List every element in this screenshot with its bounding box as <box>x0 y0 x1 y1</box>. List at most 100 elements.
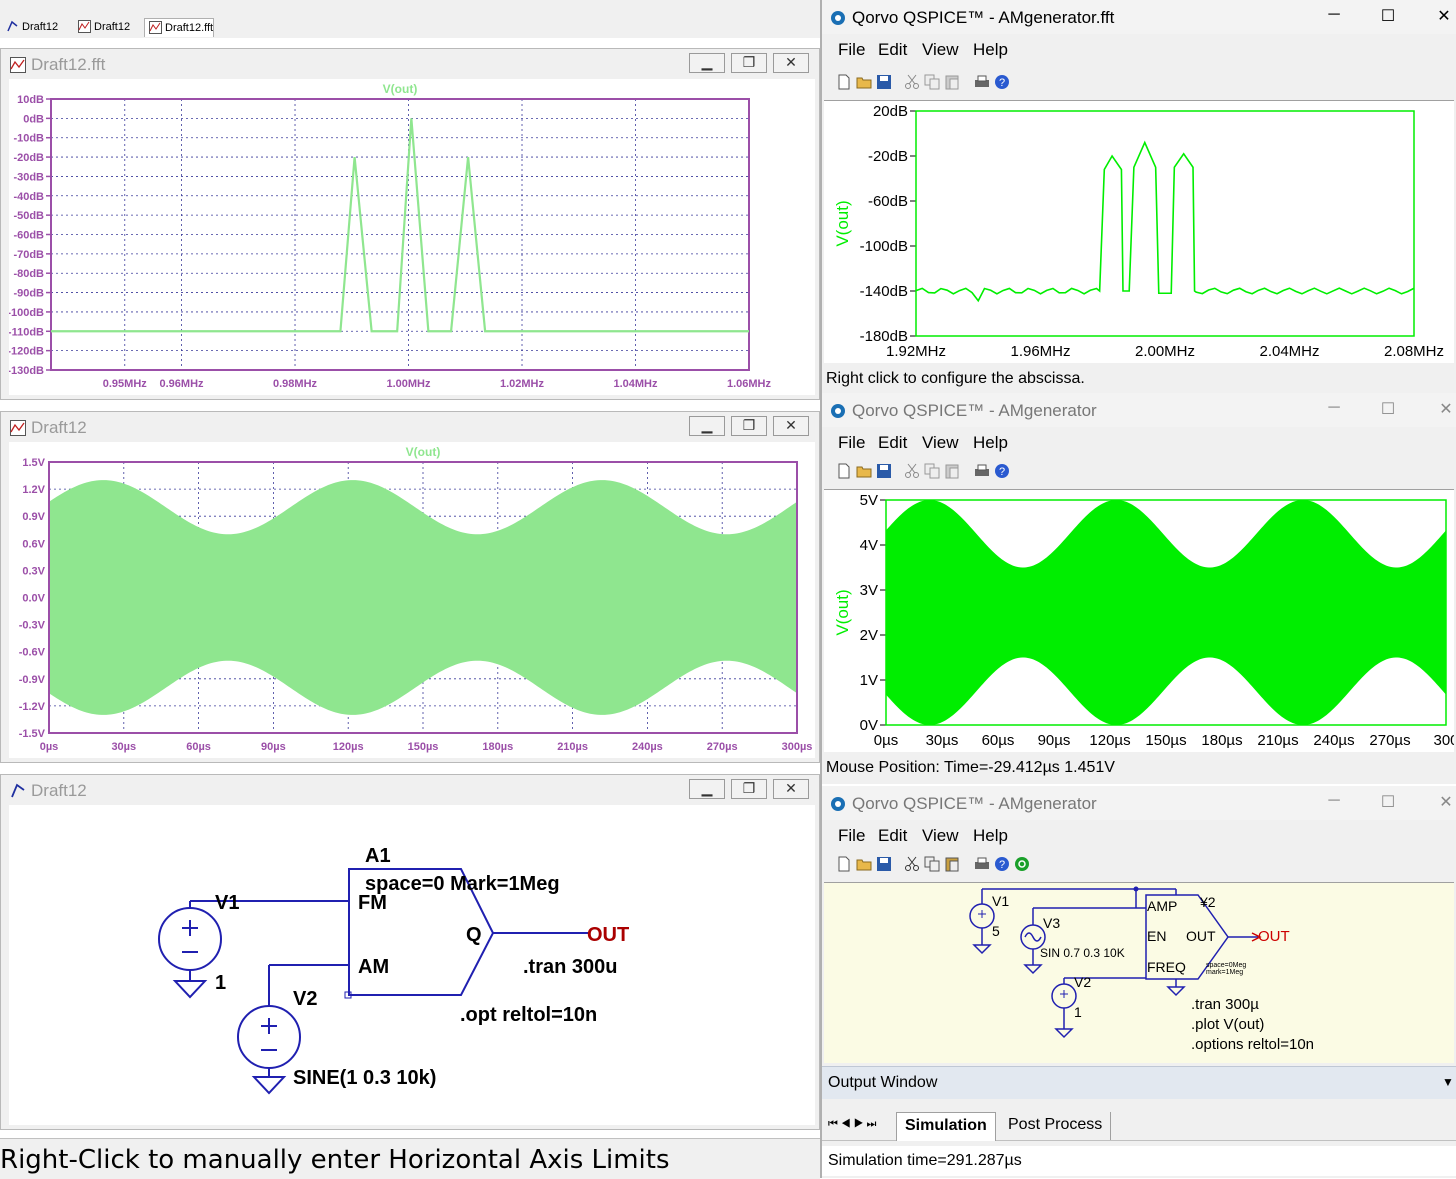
x-tick-label: 210µs <box>1257 732 1298 749</box>
open-folder-icon[interactable] <box>856 856 872 872</box>
new-file-icon[interactable] <box>836 463 852 479</box>
menu-edit[interactable]: Edit <box>878 433 907 453</box>
minimize-button[interactable]: ─ <box>1322 792 1346 810</box>
tab-draft12-waveform[interactable]: Draft12 <box>74 18 130 36</box>
restore-button[interactable]: ❐ <box>731 779 767 799</box>
print-icon[interactable] <box>974 856 990 872</box>
menu-edit[interactable]: Edit <box>878 826 907 846</box>
output-window-header[interactable]: Output Window ▼ <box>822 1066 1456 1099</box>
schematic-canvas[interactable]: A1 space=0 Mark=1Meg FM AM Q OUT V1 1 V2… <box>9 805 815 1125</box>
minimize-button[interactable]: ▁ <box>689 416 725 436</box>
toolbar: ? <box>832 463 1132 485</box>
menu-file[interactable]: File <box>838 826 865 846</box>
menu-help[interactable]: Help <box>973 40 1008 60</box>
fft-plot-pane[interactable]: 10dB 0dB -10dB -20dB -30dB -40dB -50dB -60dB -70… <box>7 79 815 395</box>
menu-help[interactable]: Help <box>973 433 1008 453</box>
menu-help[interactable]: Help <box>973 826 1008 846</box>
status-text: Right click to configure the abscissa. <box>826 370 1085 387</box>
copy-icon[interactable] <box>924 463 940 479</box>
print-icon[interactable] <box>974 74 990 90</box>
chevron-down-icon[interactable]: ▼ <box>1442 1075 1454 1089</box>
run-simulation-icon[interactable] <box>1014 856 1030 872</box>
x-tick-label: 60µs <box>186 741 211 753</box>
save-icon[interactable] <box>876 463 892 479</box>
menu-view[interactable]: View <box>922 826 959 846</box>
help-icon[interactable]: ? <box>994 463 1010 479</box>
close-button[interactable]: ✕ <box>773 53 809 73</box>
maximize-button[interactable]: ☐ <box>1376 399 1400 419</box>
x-tick-label: 180µs <box>482 741 513 753</box>
schematic-icon <box>7 20 18 32</box>
close-button[interactable]: ✕ <box>773 416 809 436</box>
minimize-button[interactable]: ▁ <box>689 779 725 799</box>
fft-plot: 10dB 0dB -10dB -20dB -30dB -40dB -50dB -60dB -70… <box>7 82 771 390</box>
close-button[interactable]: ✕ <box>1434 792 1456 812</box>
tab-draft12-fft[interactable]: Draft12.fft <box>144 18 215 37</box>
svg-text:?: ? <box>999 466 1005 478</box>
open-folder-icon[interactable] <box>856 74 872 90</box>
menu-view[interactable]: View <box>922 40 959 60</box>
window-divider <box>820 0 822 1178</box>
minimize-button[interactable]: ▁ <box>689 53 725 73</box>
cut-icon[interactable] <box>904 463 920 479</box>
y-tick-label: -70dB <box>13 249 44 261</box>
menu-view[interactable]: View <box>922 433 959 453</box>
restore-button[interactable]: ❐ <box>731 53 767 73</box>
fft-plot-pane[interactable]: 20dB -20dB -60dB -100dB -140dB -180dB 1.92MHz 1… <box>824 100 1454 363</box>
print-icon[interactable] <box>974 463 990 479</box>
open-folder-icon[interactable] <box>856 463 872 479</box>
copy-icon[interactable] <box>924 856 940 872</box>
voltage-source-v2[interactable] <box>237 1005 301 1069</box>
menu-bar: File Edit View Help <box>822 822 1456 850</box>
maximize-button[interactable]: ☐ <box>1376 6 1400 26</box>
tran-trace-envelope <box>886 500 1446 725</box>
new-file-icon[interactable] <box>836 856 852 872</box>
tab-scroll-arrows-icon[interactable]: ⏮◀▶⏭ <box>828 1118 879 1131</box>
save-icon[interactable] <box>876 74 892 90</box>
minimize-button[interactable]: ─ <box>1322 399 1346 417</box>
restore-button[interactable]: ❐ <box>731 416 767 436</box>
copy-icon[interactable] <box>924 74 940 90</box>
schematic-drawing: A1 space=0 Mark=1Meg FM AM Q OUT V1 1 V2… <box>158 845 629 1095</box>
new-file-icon[interactable] <box>836 74 852 90</box>
paste-icon[interactable] <box>944 74 960 90</box>
menu-file[interactable]: File <box>838 40 865 60</box>
x-tick-label: 240µs <box>1313 732 1354 749</box>
label-y2: ¥2 <box>1199 894 1216 910</box>
x-tick-label: 270µs <box>1369 732 1410 749</box>
x-tick-label: 240µs <box>632 741 663 753</box>
tab-draft12-schematic[interactable]: Draft12 <box>2 18 58 36</box>
close-button[interactable]: ✕ <box>773 779 809 799</box>
net-out: OUT <box>1258 928 1290 945</box>
y-tick-label: -0.9V <box>19 674 46 686</box>
help-icon[interactable]: ? <box>994 856 1010 872</box>
x-tick-label: 90µs <box>261 741 286 753</box>
fft-trace <box>915 140 1415 303</box>
paste-icon[interactable] <box>944 463 960 479</box>
close-button[interactable]: ✕ <box>1434 399 1456 419</box>
label-v1: V1 <box>992 893 1009 909</box>
cut-icon[interactable] <box>904 74 920 90</box>
paste-icon[interactable] <box>944 856 960 872</box>
voltage-source-v1[interactable] <box>158 907 222 971</box>
tab-post-process[interactable]: Post Process <box>1000 1112 1112 1140</box>
minimize-icon: ▁ <box>701 417 713 433</box>
minimize-button[interactable]: ─ <box>1322 6 1346 24</box>
close-icon: ✕ <box>785 780 797 796</box>
close-button[interactable]: ✕ <box>1432 6 1456 26</box>
tran-plot-pane[interactable]: 1.5V 1.2V 0.9V 0.6V 0.3V 0.0V -0.3V -0.6V -0.9V -… <box>9 442 815 758</box>
cut-icon[interactable] <box>904 856 920 872</box>
save-icon[interactable] <box>876 856 892 872</box>
tran-plot-pane[interactable]: 5V 4V 3V 2V 1V 0V 0µs 30µs 60µs 90µs 120µs 150µs 180… <box>824 489 1456 752</box>
menu-file[interactable]: File <box>838 433 865 453</box>
help-icon[interactable]: ? <box>994 74 1010 90</box>
label-v2-value: SINE(1 0.3 10k) <box>293 1067 436 1089</box>
x-tick-label: 300µs <box>782 741 813 753</box>
y-tick-label: -60dB <box>868 193 908 210</box>
maximize-button[interactable]: ☐ <box>1376 792 1400 812</box>
menu-edit[interactable]: Edit <box>878 40 907 60</box>
y-tick-label: -90dB <box>13 288 44 300</box>
schematic-canvas[interactable]: V1 5 V3 SIN 0.7 0.3 10K V2 1 ¥2 AMP EN F… <box>824 882 1454 1063</box>
tab-simulation[interactable]: Simulation <box>896 1112 996 1141</box>
x-tick-label: 1.96MHz <box>1010 343 1070 360</box>
